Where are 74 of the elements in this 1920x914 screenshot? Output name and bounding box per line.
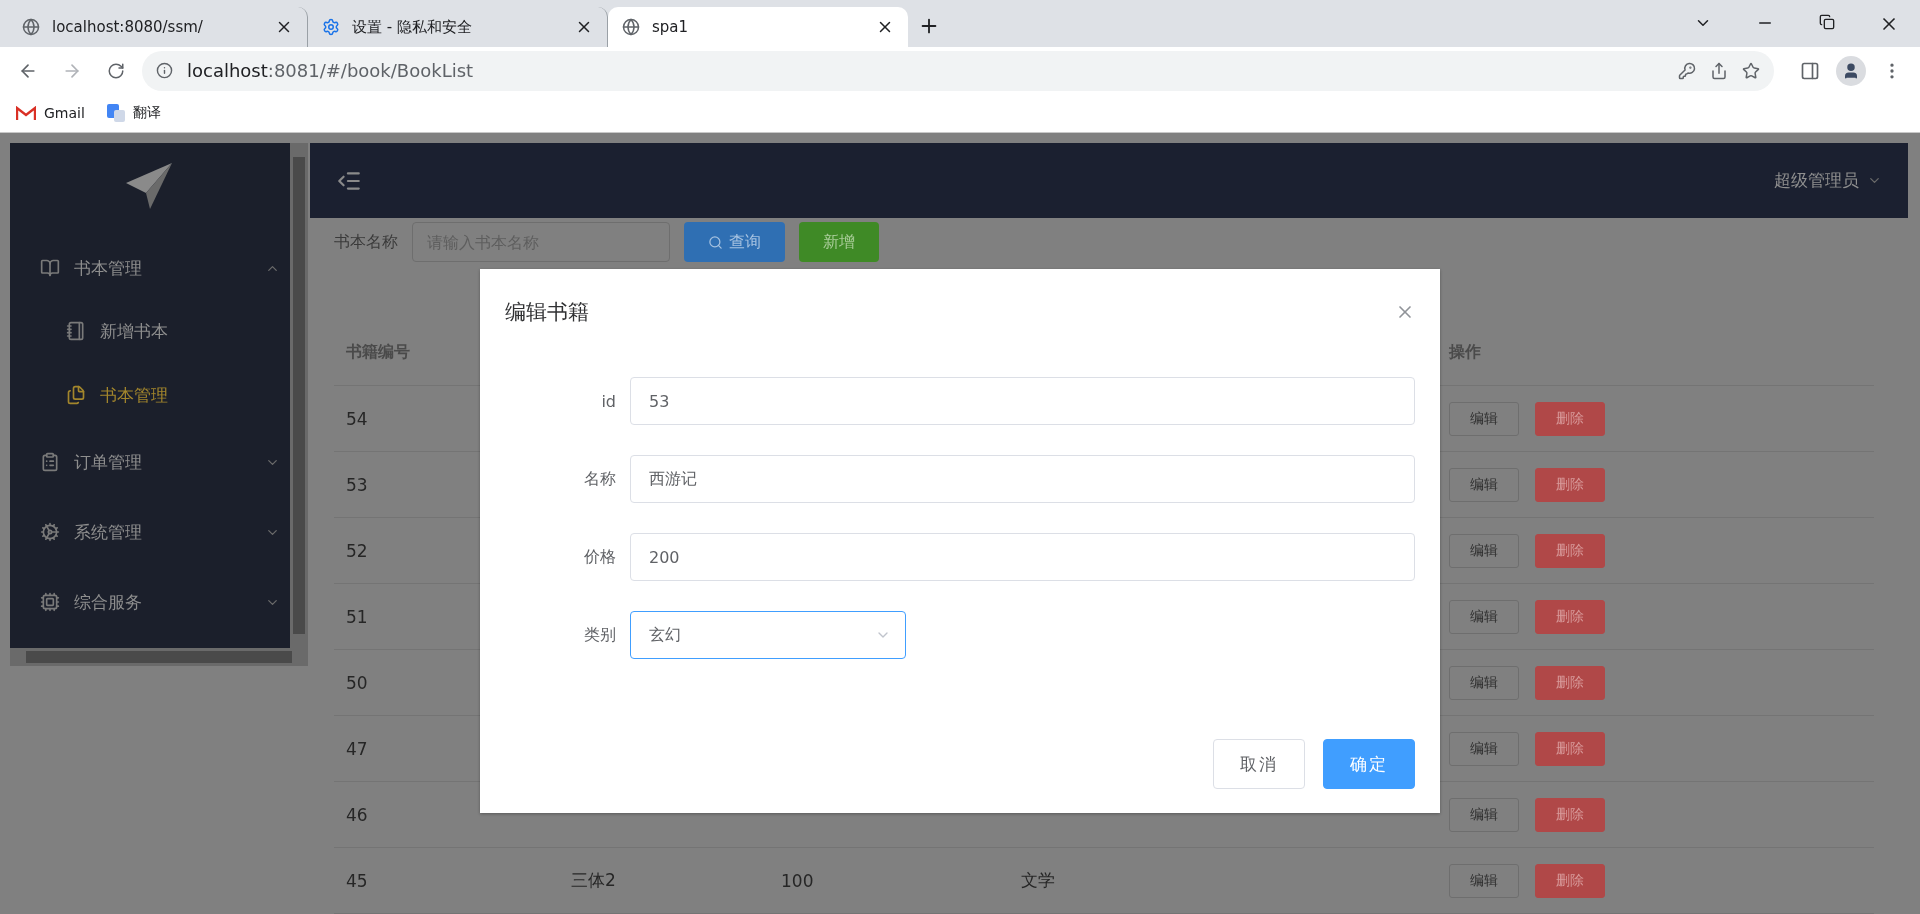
info-icon[interactable] bbox=[156, 62, 173, 80]
envelope-icon bbox=[16, 105, 36, 121]
table-cell-text: 47 bbox=[345, 738, 369, 759]
table-cell-text: 三体2 bbox=[570, 869, 617, 892]
globe-icon bbox=[22, 18, 40, 37]
delete-button[interactable]: 删除 bbox=[1535, 533, 1605, 568]
sidebar-menu-item[interactable]: 订单管理 bbox=[10, 427, 290, 497]
delete-button[interactable]: 删除 bbox=[1535, 731, 1605, 766]
url-host: localhost bbox=[187, 60, 268, 82]
dialog-title: 编辑书籍 bbox=[505, 299, 589, 326]
chip-icon bbox=[40, 592, 60, 612]
field-label: id bbox=[600, 391, 617, 411]
bookmark[interactable]: Gmail bbox=[16, 105, 85, 122]
star-icon[interactable] bbox=[1742, 61, 1760, 80]
table-cell-text: 45 bbox=[345, 870, 369, 891]
table-cell-text: 46 bbox=[345, 804, 369, 825]
scrollbar[interactable] bbox=[10, 648, 308, 666]
confirm-button[interactable]: 确定 bbox=[1323, 739, 1415, 789]
category-select[interactable]: 玄幻 bbox=[630, 611, 906, 659]
key-icon[interactable] bbox=[1678, 61, 1696, 80]
field-label: 类别 bbox=[583, 624, 617, 646]
url-path: :8081/#/book/BookList bbox=[267, 60, 474, 82]
edit-button[interactable]: 编辑 bbox=[1449, 797, 1519, 832]
delete-button[interactable]: 删除 bbox=[1535, 863, 1605, 898]
table-cell-text: 文学 bbox=[1020, 869, 1056, 892]
cancel-button[interactable]: 取消 bbox=[1213, 739, 1305, 789]
input-field[interactable]: 200 bbox=[630, 533, 1415, 581]
field-label: 价格 bbox=[583, 546, 617, 568]
search-button[interactable]: 查询 bbox=[684, 222, 785, 262]
add-button[interactable]: 新增 bbox=[799, 222, 879, 262]
sidebar-menu-item[interactable]: 系统管理 bbox=[10, 497, 290, 567]
table-cell-text: 100 bbox=[780, 870, 815, 891]
book-icon bbox=[40, 258, 60, 278]
gear-icon bbox=[40, 522, 60, 542]
edit-button[interactable]: 编辑 bbox=[1449, 731, 1519, 766]
browser-tab[interactable]: spa1 bbox=[608, 7, 908, 48]
table-cell-text: 50 bbox=[345, 672, 369, 693]
clipboard-icon bbox=[40, 452, 60, 472]
scrollbar[interactable] bbox=[290, 143, 308, 648]
input-field[interactable]: 53 bbox=[630, 377, 1415, 425]
table-cell-text: 51 bbox=[345, 606, 369, 627]
table-cell-text: 54 bbox=[345, 408, 369, 429]
delete-button[interactable]: 删除 bbox=[1535, 599, 1605, 634]
edit-button[interactable]: 编辑 bbox=[1449, 533, 1519, 568]
user-menu[interactable]: 超级管理员 bbox=[1774, 169, 1859, 192]
translate-icon bbox=[106, 104, 125, 123]
notebook-icon bbox=[66, 321, 86, 341]
edit-button[interactable]: 编辑 bbox=[1449, 665, 1519, 700]
delete-button[interactable]: 删除 bbox=[1535, 665, 1605, 700]
delete-button[interactable]: 删除 bbox=[1535, 797, 1605, 832]
input-field[interactable]: 西游记 bbox=[630, 455, 1415, 503]
bookmark[interactable]: 翻译 bbox=[106, 104, 161, 123]
field-label: 名称 bbox=[583, 468, 617, 490]
share-icon[interactable] bbox=[1710, 61, 1728, 80]
sidebar-submenu-item[interactable]: 新增书本 bbox=[10, 299, 290, 363]
search-icon bbox=[708, 234, 723, 250]
edit-button[interactable]: 编辑 bbox=[1449, 467, 1519, 502]
table-cell-text: 52 bbox=[345, 540, 369, 561]
globe-icon bbox=[622, 18, 640, 37]
sidebar-menu-item[interactable]: 书本管理 bbox=[10, 237, 290, 299]
profile-avatar[interactable] bbox=[1836, 55, 1866, 86]
settings-icon bbox=[322, 18, 340, 37]
sidebar-menu-item[interactable]: 综合服务 bbox=[10, 567, 290, 637]
address-bar[interactable]: localhost:8081/#/book/BookList bbox=[142, 50, 1774, 91]
paper-plane-icon bbox=[126, 163, 174, 209]
edit-button[interactable]: 编辑 bbox=[1449, 863, 1519, 898]
edit-button[interactable]: 编辑 bbox=[1449, 401, 1519, 436]
documents-icon bbox=[66, 385, 86, 405]
search-label: 书本名称 bbox=[334, 231, 398, 253]
table-cell-text: 53 bbox=[345, 474, 369, 495]
delete-button[interactable]: 删除 bbox=[1535, 467, 1605, 502]
edit-button[interactable]: 编辑 bbox=[1449, 599, 1519, 634]
sidebar-submenu-item[interactable]: 书本管理 bbox=[10, 363, 290, 427]
delete-button[interactable]: 删除 bbox=[1535, 401, 1605, 436]
